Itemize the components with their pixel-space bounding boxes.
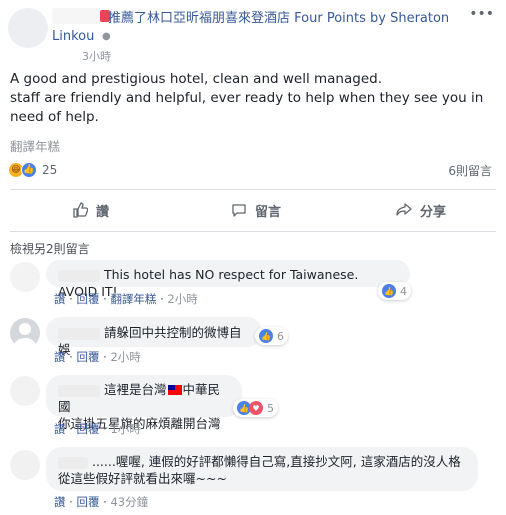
comment-text-line1-start: 這裡是台灣 (103, 382, 167, 397)
love-icon: ♥ (249, 401, 263, 415)
comment-reaction-count: 4 (400, 284, 407, 298)
taiwan-flag-icon (167, 385, 182, 395)
default-avatar-icon (13, 323, 37, 348)
like-icon: 👍 (259, 329, 273, 343)
comment-translate-link[interactable]: 翻譯年糕 (110, 292, 156, 306)
comment-meta: 讚 · 回覆 · 1小時 (54, 422, 141, 436)
comment-time[interactable]: 2小時 (110, 350, 140, 364)
comment-reactions[interactable]: 👍 ♥ 5 (233, 399, 278, 417)
divider (10, 231, 496, 232)
comment-reaction-count: 5 (267, 401, 274, 415)
commenter-avatar[interactable] (10, 262, 40, 292)
comment-button[interactable]: 留言 (231, 198, 281, 222)
comment-like-link[interactable]: 讚 (54, 495, 66, 509)
comment-reactions[interactable]: 👍 4 (378, 282, 411, 300)
comment-button-label: 留言 (255, 204, 282, 220)
like-reaction-icon: 👍 (21, 162, 37, 178)
comments-count[interactable]: 6則留言 (448, 162, 492, 179)
share-button-label: 分享 (420, 204, 447, 220)
comment-text-line2: 從這些假好評就看出來囉~~~ (58, 471, 227, 486)
commenter-avatar[interactable] (10, 318, 40, 348)
reactions-summary[interactable]: 😆 👍 25 (8, 161, 57, 179)
like-button-label: 讚 (96, 204, 110, 220)
comment-time[interactable]: 1小時 (110, 422, 140, 436)
commenter-avatar[interactable] (10, 376, 40, 406)
commenter-name-redacted (58, 269, 100, 282)
poster-avatar[interactable] (8, 8, 48, 48)
share-icon (396, 203, 412, 216)
comment-reply-link[interactable]: 回覆 (76, 292, 99, 306)
comment-reply-link[interactable]: 回覆 (76, 350, 99, 364)
commenter-name-redacted (58, 384, 100, 397)
like-button[interactable]: 讚 (72, 198, 109, 222)
commenter-avatar[interactable] (10, 450, 40, 480)
divider (10, 189, 496, 190)
comment-bubble: 請躲回中共控制的微博自娛 (46, 317, 262, 357)
comment-meta: 讚 · 回覆 · 翻譯年糕 · 2小時 (54, 292, 198, 306)
comment-time[interactable]: 2小時 (167, 292, 197, 306)
thumbs-up-icon (73, 202, 88, 218)
comment-like-link[interactable]: 讚 (54, 350, 66, 364)
see-translation-link[interactable]: 翻譯年糕 (10, 136, 60, 155)
more-options-icon[interactable]: ••• (469, 6, 494, 22)
comment-reactions[interactable]: 👍 6 (255, 327, 288, 345)
reactions-count: 25 (42, 163, 58, 177)
post-time[interactable]: 3小時 (82, 48, 111, 64)
comment-reaction-count: 6 (277, 329, 284, 343)
commenter-name-redacted (58, 456, 88, 469)
comment-bubble: 這裡是台灣 中華民國 你這掛五星旗的麻煩離開台灣 (46, 375, 242, 431)
view-more-comments-link[interactable]: 檢視另2則留言 (10, 240, 90, 257)
comment-reply-link[interactable]: 回覆 (76, 422, 99, 436)
globe-icon: ● (102, 31, 111, 42)
post-location[interactable]: Linkou (52, 29, 94, 44)
comment-time[interactable]: 43分鐘 (110, 495, 148, 509)
poster-name-redacted (52, 8, 100, 24)
comment-meta: 讚 · 回覆 · 43分鐘 (54, 495, 149, 509)
comment-like-link[interactable]: 讚 (54, 292, 66, 306)
like-icon: 👍 (382, 284, 396, 298)
comment-text-line1: ......喔喔, 連假的好評都懶得自己寫,直接抄文阿, 這家酒店的沒人格 (91, 454, 461, 469)
post-text: A good and prestigious hotel, clean and … (10, 71, 484, 125)
comment-meta: 讚 · 回覆 · 2小時 (54, 350, 141, 364)
comment-like-link[interactable]: 讚 (54, 422, 66, 436)
comment-bubble: This hotel has NO respect for Taiwanese.… (46, 260, 410, 299)
comment-icon (232, 204, 246, 217)
comment-bubble: ......喔喔, 連假的好評都懶得自己寫,直接抄文阿, 這家酒店的沒人格 從這… (46, 447, 478, 491)
post-title[interactable]: 推薦了林口亞昕福朋喜來登酒店 Four Points by Sheraton (108, 7, 449, 26)
comment-reply-link[interactable]: 回覆 (76, 495, 99, 509)
share-button[interactable]: 分享 (396, 198, 446, 222)
commenter-name-redacted (58, 327, 100, 340)
